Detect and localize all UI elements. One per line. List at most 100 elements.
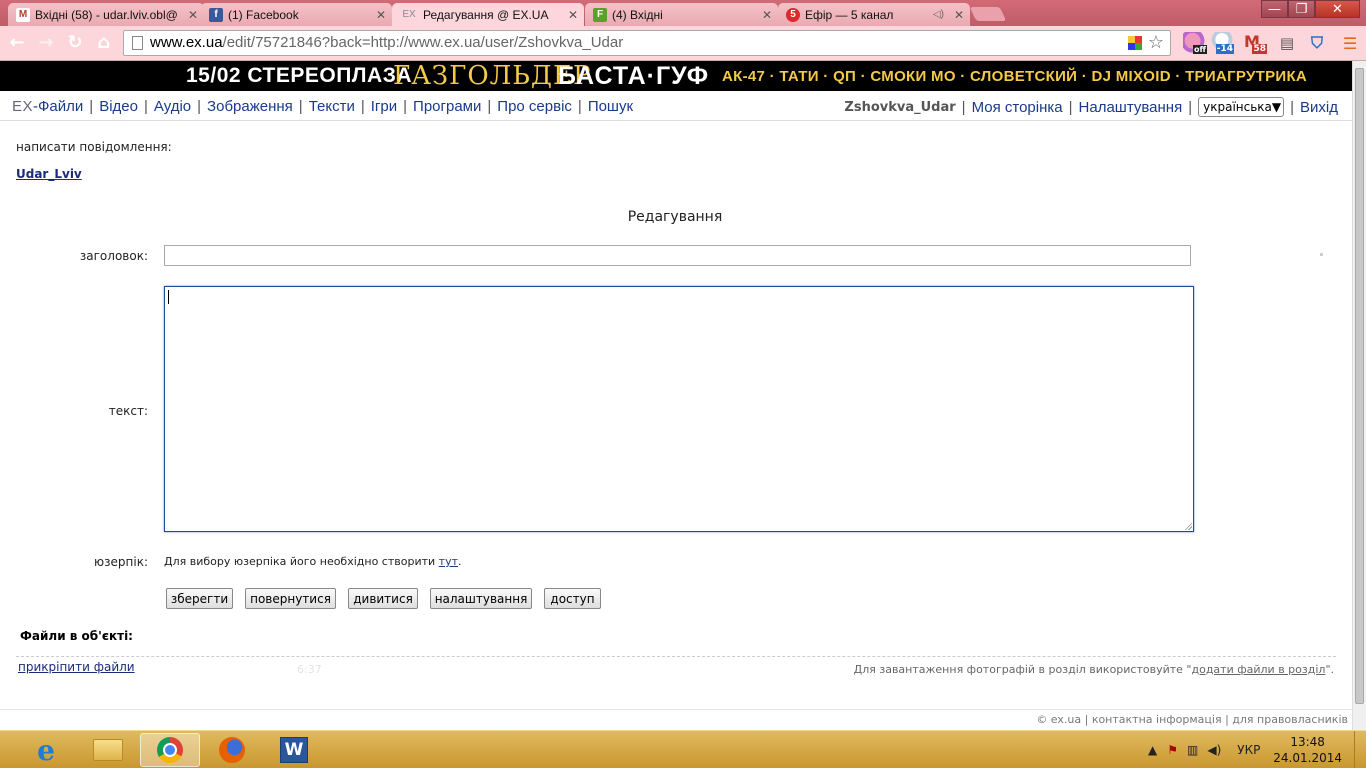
reader-extension-icon[interactable]: ▤ <box>1275 32 1299 54</box>
new-tab-button[interactable] <box>969 7 1007 21</box>
tab-title: Вхідні (58) - udar.lviv.obl@ <box>35 7 178 22</box>
settings-link[interactable]: Налаштування <box>1079 99 1183 116</box>
nav-files[interactable]: EX-Файли <box>12 98 83 115</box>
contact-link[interactable]: контактна інформація <box>1092 713 1222 726</box>
tab-fmail[interactable]: F (4) Вхідні ✕ <box>585 3 778 26</box>
taskbar-chrome[interactable] <box>140 733 200 767</box>
off-extension-icon[interactable]: off <box>1183 32 1207 54</box>
taskbar-ie[interactable]: e <box>16 733 76 767</box>
address-bar[interactable]: www.ex.ua/edit/75721846?back=http://www.… <box>123 30 1171 56</box>
title-input[interactable] <box>164 245 1191 266</box>
flag-icon[interactable]: ⚑ <box>1167 743 1178 757</box>
maximize-button[interactable]: ❐ <box>1288 0 1315 18</box>
forward-button[interactable]: → <box>36 33 56 53</box>
weather-extension-icon[interactable]: -14 <box>1210 32 1234 54</box>
taskbar-clock[interactable]: 13:48 24.01.2014 <box>1273 734 1342 766</box>
keyboard-language[interactable]: УКР <box>1237 743 1260 757</box>
nav-programs[interactable]: Програми <box>413 98 481 115</box>
attach-files-link[interactable]: прикріпити файли <box>18 660 135 674</box>
nav-audio[interactable]: Аудіо <box>154 98 191 115</box>
back-button[interactable]: ← <box>7 33 27 53</box>
tab-channel5[interactable]: 5 Ефір — 5 канал ◁) ✕ <box>778 3 970 26</box>
back-button[interactable]: повернутися <box>245 588 336 609</box>
ad-banner[interactable]: 15/02 СТЕРЕОПЛАЗА ГАЗГОЛЬДЕР БАСТА·ГУФ А… <box>0 61 1352 91</box>
nav-separator: | <box>1068 98 1073 116</box>
close-icon[interactable]: ✕ <box>568 8 578 22</box>
text-label: текст: <box>108 404 148 418</box>
dashed-divider <box>16 656 1336 657</box>
word-icon: W <box>280 737 308 763</box>
taskbar-explorer[interactable] <box>78 733 138 767</box>
nav-texts[interactable]: Тексти <box>309 98 355 115</box>
page-scrollbar[interactable] <box>1352 61 1366 730</box>
logout-link[interactable]: Вихід <box>1300 99 1338 116</box>
close-icon[interactable]: ✕ <box>188 8 198 22</box>
my-page-link[interactable]: Моя сторінка <box>972 99 1063 116</box>
resize-grip-icon[interactable] <box>1184 522 1192 530</box>
settings-button[interactable]: налаштування <box>430 588 532 609</box>
add-files-to-section-link[interactable]: додати файли в розділ <box>1191 663 1325 676</box>
extension-badge: 58 <box>1252 44 1267 54</box>
banner-lineup: АК-47 · ТАТИ · QП · СМОКИ МО · СЛОВЕТСКИ… <box>722 68 1308 85</box>
tab-title: Редагування @ EX.UA <box>423 7 549 22</box>
windows-taskbar: e W ▲ ⚑ ▥ ◀) УКР 13:48 24.01.2014 <box>0 730 1366 768</box>
reload-button[interactable]: ↻ <box>65 33 85 53</box>
message-recipient-link[interactable]: Udar_Lviv <box>16 167 82 181</box>
close-window-button[interactable]: ✕ <box>1315 0 1360 18</box>
access-button[interactable]: доступ <box>544 588 601 609</box>
view-button[interactable]: дивитися <box>348 588 418 609</box>
tab-exua[interactable]: EX Редагування @ EX.UA ✕ <box>392 3 584 26</box>
folder-icon <box>93 739 123 761</box>
audio-playing-icon: ◁) <box>932 9 944 20</box>
chrome-icon <box>157 737 183 763</box>
gmail-extension-icon[interactable]: M 58 <box>1243 32 1267 54</box>
nav-separator: | <box>197 98 202 115</box>
nav-images[interactable]: Зображення <box>207 98 293 115</box>
minimize-button[interactable]: — <box>1261 0 1288 18</box>
show-desktop-button[interactable] <box>1354 731 1366 768</box>
url-text: www.ex.ua/edit/75721846?back=http://www.… <box>150 31 623 55</box>
taskbar-firefox[interactable] <box>202 733 262 767</box>
nav-separator: | <box>961 98 966 116</box>
home-button[interactable]: ⌂ <box>94 33 114 53</box>
nav-games[interactable]: Ігри <box>371 98 397 115</box>
fmail-icon: F <box>593 7 607 22</box>
volume-icon[interactable]: ◀) <box>1207 743 1221 757</box>
taskbar-word[interactable]: W <box>264 733 324 767</box>
text-textarea[interactable] <box>164 286 1194 532</box>
userpic-hint: Для вибору юзерпіка його необхідно створ… <box>164 555 462 568</box>
nav-separator: | <box>298 98 303 115</box>
extension-badge: off <box>1193 45 1207 54</box>
tab-title: Ефір — 5 канал <box>805 7 894 22</box>
windows-extension-icon[interactable] <box>1128 36 1142 50</box>
upload-note: Для завантаження фотографій в розділ вик… <box>854 663 1334 676</box>
nav-search[interactable]: Пошук <box>588 98 633 115</box>
language-value: українська <box>1203 100 1272 114</box>
tab-gmail[interactable]: M Вхідні (58) - udar.lviv.obl@ ✕ <box>8 3 204 26</box>
save-button[interactable]: зберегти <box>166 588 233 609</box>
close-icon[interactable]: ✕ <box>762 8 772 22</box>
title-label: заголовок: <box>79 249 148 263</box>
show-hidden-icons-icon[interactable]: ▲ <box>1148 743 1157 757</box>
tab-facebook[interactable]: f (1) Facebook ✕ <box>201 3 392 26</box>
language-select[interactable]: українська ▼ <box>1198 97 1285 117</box>
nav-about[interactable]: Про сервіс <box>497 98 572 115</box>
exua-logo: EX <box>12 98 34 115</box>
clock-time: 13:48 <box>1290 735 1325 749</box>
copyright-link[interactable]: © ex.ua <box>1036 713 1081 726</box>
nav-video[interactable]: Відео <box>99 98 138 115</box>
bookmark-star-icon[interactable]: ☆ <box>1148 32 1164 53</box>
username-link[interactable]: Zshovkva_Udar <box>844 100 955 115</box>
nav-separator: | <box>487 98 492 115</box>
create-userpic-link[interactable]: тут <box>439 555 458 568</box>
page-footer: © ex.ua | контактна інформація | для пра… <box>1036 713 1348 726</box>
page-title: Редагування <box>627 209 723 225</box>
close-icon[interactable]: ✕ <box>376 8 386 22</box>
page-icon <box>132 36 143 50</box>
rights-holders-link[interactable]: для правовласників <box>1232 713 1348 726</box>
scrollbar-thumb[interactable] <box>1355 68 1364 704</box>
close-icon[interactable]: ✕ <box>954 8 964 22</box>
menu-icon[interactable]: ☰ <box>1338 32 1362 54</box>
shield-extension-icon[interactable]: ⛉ <box>1305 32 1329 54</box>
network-icon[interactable]: ▥ <box>1187 743 1198 757</box>
